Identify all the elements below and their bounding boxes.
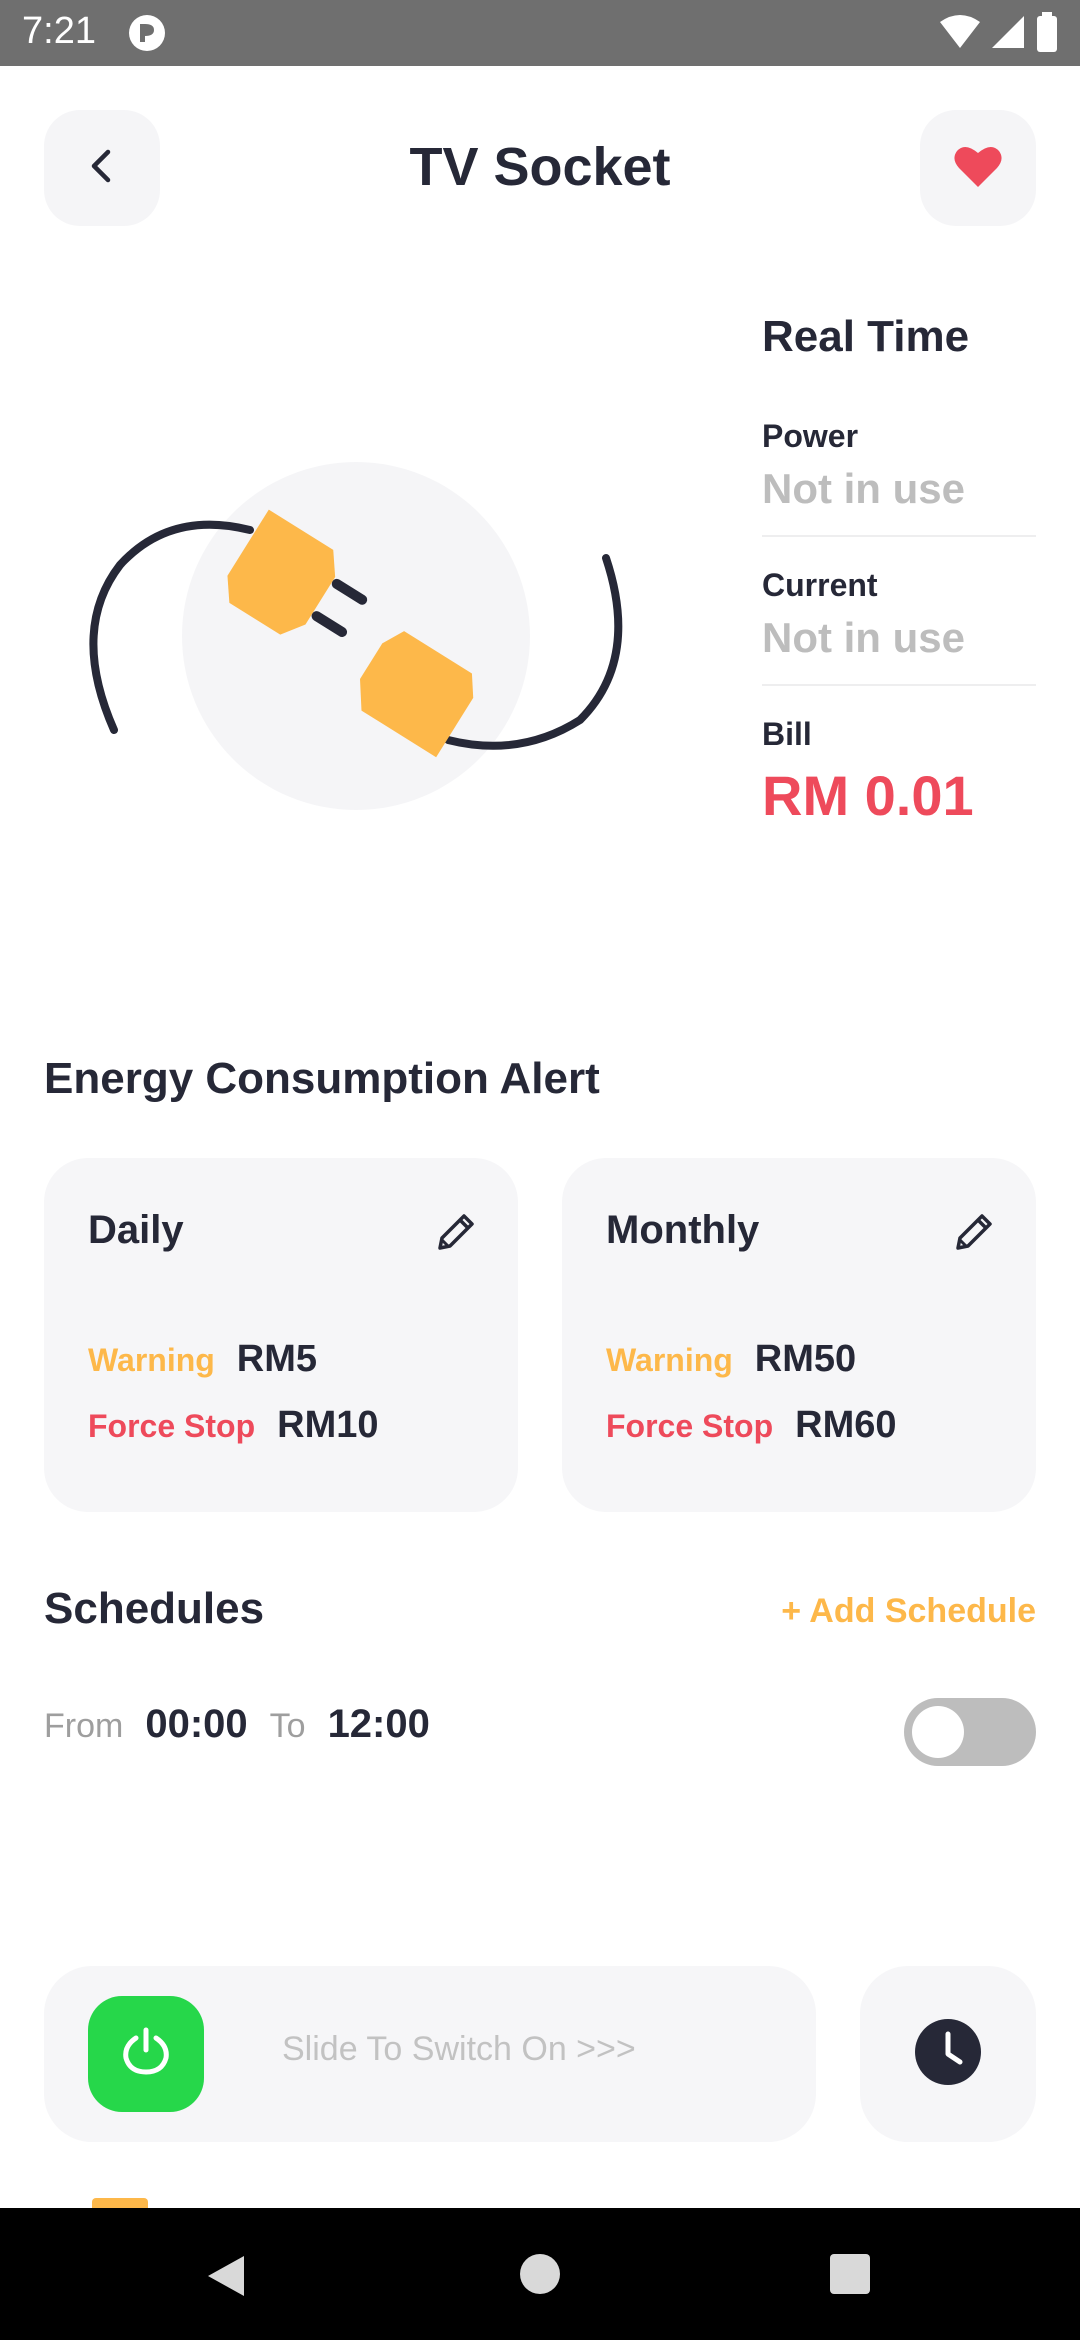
force-stop-row: Force Stop RM60 xyxy=(606,1404,897,1447)
toggle-knob xyxy=(912,1706,964,1758)
to-label: To xyxy=(269,1707,306,1745)
daily-alert-card: Daily Warning RM5 Force Stop RM10 xyxy=(44,1158,518,1512)
force-stop-value: RM60 xyxy=(795,1404,897,1446)
bill-stat: Bill RM 0.01 xyxy=(762,716,1036,850)
schedule-toggle[interactable] xyxy=(904,1698,1036,1766)
bill-label: Bill xyxy=(762,716,812,752)
wifi-icon xyxy=(940,14,980,55)
signal-icon xyxy=(990,14,1026,55)
battery-icon xyxy=(1036,12,1058,57)
force-stop-label: Force Stop xyxy=(88,1408,256,1444)
force-stop-row: Force Stop RM10 xyxy=(88,1404,379,1447)
realtime-title: Real Time xyxy=(762,312,970,361)
power-stat: Power Not in use xyxy=(762,418,1036,537)
to-time: 12:00 xyxy=(327,1702,430,1746)
system-nav-bar xyxy=(0,2208,1080,2340)
peeking-element xyxy=(92,2198,148,2208)
timer-button[interactable] xyxy=(860,1966,1036,2142)
warning-label: Warning xyxy=(88,1342,215,1378)
warning-row: Warning RM5 xyxy=(88,1338,317,1381)
realtime-panel: Real Time Power Not in use Current Not i… xyxy=(762,312,1036,880)
status-time: 7:21 xyxy=(22,10,96,52)
heart-icon xyxy=(953,143,1003,194)
favorite-button[interactable] xyxy=(920,110,1036,226)
bill-value: RM 0.01 xyxy=(762,764,974,827)
edit-pencil-icon[interactable] xyxy=(434,1210,478,1254)
status-icons xyxy=(940,12,1058,57)
power-icon xyxy=(120,2026,172,2083)
force-stop-label: Force Stop xyxy=(606,1408,774,1444)
current-label: Current xyxy=(762,567,878,603)
power-value: Not in use xyxy=(762,465,966,512)
switch-on-slider[interactable]: Slide To Switch On >>> xyxy=(44,1966,816,2142)
power-slider-handle[interactable] xyxy=(88,1996,204,2112)
warning-row: Warning RM50 xyxy=(606,1338,856,1381)
force-stop-value: RM10 xyxy=(277,1404,379,1446)
warning-value: RM5 xyxy=(236,1338,318,1380)
warning-value: RM50 xyxy=(754,1338,857,1380)
card-title: Monthly xyxy=(606,1208,760,1252)
header: TV Socket xyxy=(0,66,1080,276)
energy-alert-title: Energy Consumption Alert xyxy=(44,1054,600,1103)
schedule-item: From 00:00 To 12:00 xyxy=(44,1702,430,1747)
unplugged-socket-illustration xyxy=(80,440,640,840)
add-schedule-button[interactable]: + Add Schedule xyxy=(781,1592,1036,1631)
nav-home-icon[interactable] xyxy=(520,2254,560,2294)
current-stat: Current Not in use xyxy=(762,567,1036,686)
warning-label: Warning xyxy=(606,1342,733,1378)
clock-icon xyxy=(914,2018,982,2091)
page-title: TV Socket xyxy=(409,137,671,197)
slider-hint: Slide To Switch On >>> xyxy=(282,2030,636,2068)
power-label: Power xyxy=(762,418,859,454)
card-title: Daily xyxy=(88,1208,184,1252)
nav-recents-icon[interactable] xyxy=(830,2254,870,2294)
monthly-alert-card: Monthly Warning RM50 Force Stop RM60 xyxy=(562,1158,1036,1512)
current-value: Not in use xyxy=(762,614,966,661)
nav-back-icon[interactable] xyxy=(204,2254,248,2303)
status-bar: 7:21 xyxy=(0,0,1080,66)
schedules-title: Schedules xyxy=(44,1584,265,1633)
from-time: 00:00 xyxy=(145,1702,248,1746)
from-label: From xyxy=(44,1707,124,1745)
edit-pencil-icon[interactable] xyxy=(952,1210,996,1254)
app-notification-icon xyxy=(128,14,166,52)
